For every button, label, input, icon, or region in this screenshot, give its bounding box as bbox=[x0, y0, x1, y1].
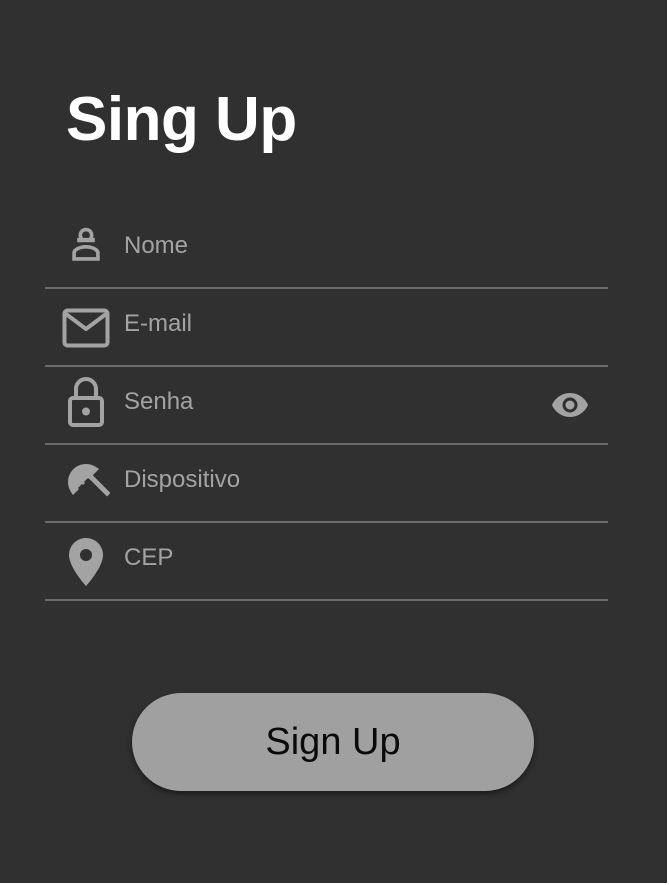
beach-umbrella-icon bbox=[61, 457, 111, 507]
email-label: E-mail bbox=[124, 310, 193, 337]
name-field[interactable]: Nome bbox=[45, 211, 608, 289]
page-title: Sing Up bbox=[66, 85, 297, 154]
mail-icon bbox=[61, 303, 111, 353]
device-field[interactable]: Dispositivo bbox=[45, 445, 608, 523]
signup-screen: Sing Up Nome E-mail Senha Dispositivo CE… bbox=[0, 0, 667, 883]
person-icon bbox=[61, 220, 111, 270]
device-label: Dispositivo bbox=[124, 466, 241, 493]
name-label: Nome bbox=[124, 232, 189, 259]
lock-icon bbox=[61, 377, 111, 427]
cep-label: CEP bbox=[124, 544, 174, 571]
signup-button[interactable]: Sign Up bbox=[132, 693, 534, 791]
email-field[interactable]: E-mail bbox=[45, 289, 608, 367]
eye-icon[interactable] bbox=[550, 385, 590, 425]
cep-field[interactable]: CEP bbox=[45, 523, 608, 601]
password-label: Senha bbox=[124, 388, 194, 415]
password-field[interactable]: Senha bbox=[45, 367, 608, 445]
location-pin-icon bbox=[61, 537, 111, 587]
